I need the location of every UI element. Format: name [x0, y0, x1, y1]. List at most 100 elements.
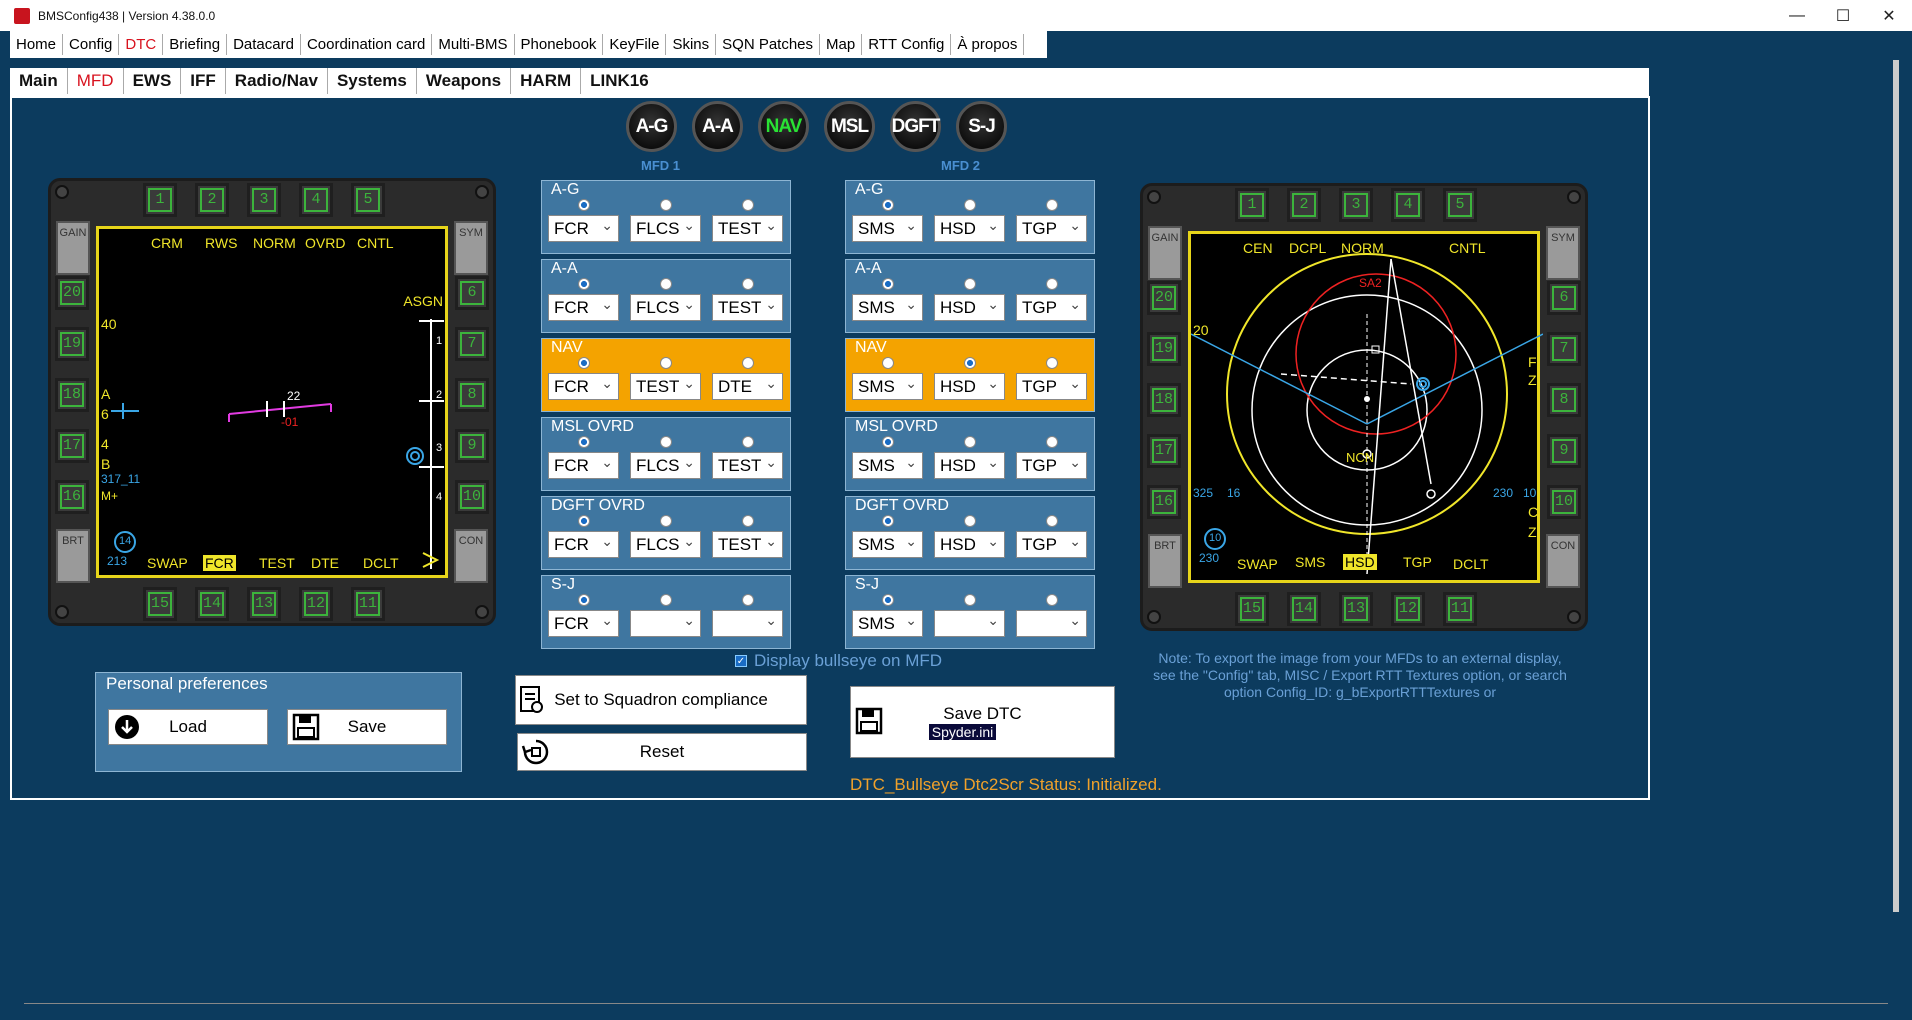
sym-rocker[interactable]: SYM [454, 221, 488, 275]
tab-harm[interactable]: HARM [511, 68, 582, 94]
page-select[interactable]: FLCS [630, 450, 701, 479]
menu-item-home[interactable]: Home [10, 34, 64, 55]
gain-rocker[interactable]: GAIN [1148, 226, 1182, 280]
osb-12[interactable]: 12 [1391, 592, 1425, 626]
mode-button-dgft[interactable]: DGFT [890, 101, 941, 152]
osb-3[interactable]: 3 [1339, 188, 1373, 222]
tab-main[interactable]: Main [10, 68, 68, 94]
osb-10[interactable]: 10 [455, 480, 489, 514]
page-select[interactable] [630, 608, 701, 637]
page-select[interactable]: TEST [630, 371, 701, 400]
radio-button[interactable] [964, 357, 976, 369]
osb-18[interactable]: 18 [55, 378, 89, 412]
reset-button[interactable]: Reset [517, 733, 807, 771]
page-select[interactable]: DTE [712, 371, 783, 400]
page-select[interactable]: FCR [548, 371, 619, 400]
menu-item-multi-bms[interactable]: Multi-BMS [432, 34, 515, 55]
osb-17[interactable]: 17 [1147, 434, 1181, 468]
radio-button[interactable] [742, 199, 754, 211]
osb-15[interactable]: 15 [1235, 592, 1269, 626]
osb-9[interactable]: 9 [455, 429, 489, 463]
osb-2[interactable]: 2 [1287, 188, 1321, 222]
tab-systems[interactable]: Systems [328, 68, 417, 94]
osb-4[interactable]: 4 [1391, 188, 1425, 222]
osb-8[interactable]: 8 [1547, 383, 1581, 417]
osb-18[interactable]: 18 [1147, 383, 1181, 417]
page-select[interactable]: SMS [852, 450, 923, 479]
close-button[interactable]: ✕ [1866, 0, 1912, 31]
minimize-button[interactable]: — [1774, 0, 1820, 31]
page-select[interactable] [1016, 608, 1087, 637]
mode-button-a-a[interactable]: A-A [692, 101, 743, 152]
page-select[interactable] [934, 608, 1005, 637]
menu-item-dtc[interactable]: DTC [119, 34, 164, 55]
page-select[interactable]: SMS [852, 292, 923, 321]
page-select[interactable]: SMS [852, 608, 923, 637]
menu-item-coordination-card[interactable]: Coordination card [301, 34, 433, 55]
sym-rocker[interactable]: SYM [1546, 226, 1580, 280]
osb-20[interactable]: 20 [55, 276, 89, 310]
radio-button[interactable] [578, 594, 590, 606]
radio-button[interactable] [1046, 436, 1058, 448]
radio-button[interactable] [964, 594, 976, 606]
page-select[interactable]: TGP [1016, 371, 1087, 400]
menu-item-rtt-config[interactable]: RTT Config [862, 34, 952, 55]
page-select[interactable]: FCR [548, 608, 619, 637]
osb-7[interactable]: 7 [455, 327, 489, 361]
tab-weapons[interactable]: Weapons [417, 68, 512, 94]
osb-5[interactable]: 5 [1443, 188, 1477, 222]
osb-9[interactable]: 9 [1547, 434, 1581, 468]
osb-3[interactable]: 3 [247, 183, 281, 217]
page-select[interactable]: SMS [852, 213, 923, 242]
radio-button[interactable] [882, 278, 894, 290]
vertical-scrollbar[interactable] [1893, 60, 1899, 912]
osb-11[interactable]: 11 [351, 587, 385, 621]
osb-1[interactable]: 1 [1235, 188, 1269, 222]
page-select[interactable]: FLCS [630, 292, 701, 321]
tab-ews[interactable]: EWS [124, 68, 182, 94]
page-select[interactable]: TEST [712, 292, 783, 321]
page-select[interactable]: TEST [712, 213, 783, 242]
radio-button[interactable] [1046, 357, 1058, 369]
page-select[interactable]: HSD [934, 292, 1005, 321]
mode-button-nav[interactable]: NAV [758, 101, 809, 152]
osb-6[interactable]: 6 [1547, 281, 1581, 315]
radio-button[interactable] [964, 515, 976, 527]
radio-button[interactable] [742, 436, 754, 448]
radio-button[interactable] [1046, 594, 1058, 606]
radio-button[interactable] [660, 436, 672, 448]
osb-16[interactable]: 16 [55, 480, 89, 514]
page-select[interactable]: HSD [934, 450, 1005, 479]
osb-13[interactable]: 13 [1339, 592, 1373, 626]
page-select[interactable]: HSD [934, 529, 1005, 558]
radio-button[interactable] [660, 357, 672, 369]
page-select[interactable]: TGP [1016, 213, 1087, 242]
radio-button[interactable] [742, 515, 754, 527]
menu-item-skins[interactable]: Skins [666, 34, 717, 55]
radio-button[interactable] [964, 436, 976, 448]
menu-item-sqn-patches[interactable]: SQN Patches [716, 34, 821, 55]
page-select[interactable]: FCR [548, 529, 619, 558]
page-select[interactable]: FLCS [630, 213, 701, 242]
menu-item-phonebook[interactable]: Phonebook [515, 34, 604, 55]
osb-12[interactable]: 12 [299, 587, 333, 621]
page-select[interactable] [712, 608, 783, 637]
horizontal-scrollbar[interactable] [24, 1003, 1888, 1004]
osb-5[interactable]: 5 [351, 183, 385, 217]
osb-7[interactable]: 7 [1547, 332, 1581, 366]
menu-item-keyfile[interactable]: KeyFile [603, 34, 667, 55]
radio-button[interactable] [578, 436, 590, 448]
osb-10[interactable]: 10 [1547, 485, 1581, 519]
menu-item-map[interactable]: Map [820, 34, 863, 55]
osb-16[interactable]: 16 [1147, 485, 1181, 519]
page-select[interactable]: FCR [548, 450, 619, 479]
osb-13[interactable]: 13 [247, 587, 281, 621]
save-dtc-button[interactable]: Save DTC Spyder.ini [850, 686, 1115, 758]
con-rocker[interactable]: CON [454, 529, 488, 583]
radio-button[interactable] [1046, 515, 1058, 527]
mode-button-a-g[interactable]: A-G [626, 101, 677, 152]
mode-button-msl[interactable]: MSL [824, 101, 875, 152]
radio-button[interactable] [660, 278, 672, 290]
save-prefs-button[interactable]: Save [287, 709, 447, 745]
page-select[interactable]: TGP [1016, 450, 1087, 479]
